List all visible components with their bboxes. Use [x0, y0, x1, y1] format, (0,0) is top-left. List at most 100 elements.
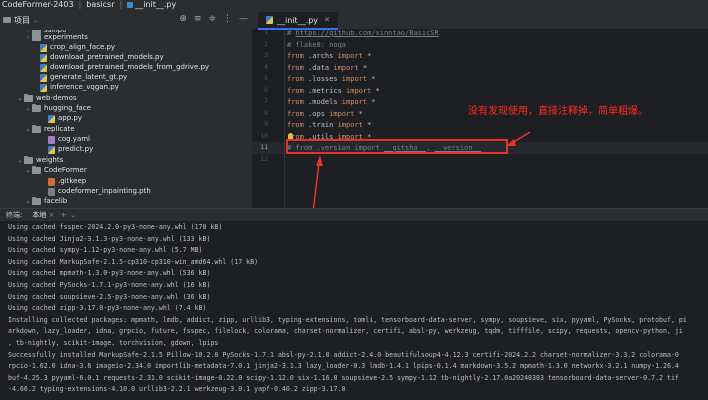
code-token: import [337, 121, 363, 129]
tree-item-file[interactable]: predict.py [40, 144, 93, 155]
tab-init-py[interactable]: __init__.py ✕ [258, 12, 338, 30]
code-token: * [367, 98, 376, 106]
folder-icon [24, 94, 33, 102]
tab-local[interactable]: 本地 × [32, 210, 54, 220]
chevron-down-icon[interactable]: ⌄ [16, 155, 24, 166]
code-line[interactable]: from .losses import * [287, 73, 376, 85]
code-token: from [287, 52, 304, 60]
terminal-line: , tb-nightly, scikit-image, torchvision,… [8, 339, 219, 347]
code-token: from [287, 98, 304, 106]
collapse-all-icon[interactable]: ≑ [208, 14, 216, 24]
project-tree: › ssinpo › experiments crop_align_face.py … [0, 30, 252, 208]
line-number: 8 [264, 108, 268, 117]
chevron-down-icon[interactable]: ⌄ [33, 17, 38, 24]
chevron-down-icon[interactable]: ⌄ [24, 196, 32, 207]
yaml-file-icon [48, 135, 55, 144]
code-token: from [287, 86, 304, 95]
code-token: .data [303, 63, 334, 72]
code-token: https://github.com/xinntao/BasicSR [295, 30, 439, 37]
tree-item-file[interactable]: inference_vqgan.py [32, 82, 119, 93]
tree-item-folder[interactable]: ⌄ facelib [24, 196, 67, 207]
python-file-icon [266, 16, 273, 24]
tree-item-label: app.py [58, 114, 82, 122]
terminal-line: rpcio-1.62.0 idna-3.6 imageio-2.34.0 imp… [8, 362, 679, 371]
code-token: .models [303, 98, 342, 106]
code-line[interactable]: from .ops import * [287, 108, 363, 120]
close-icon[interactable]: × [49, 211, 55, 219]
folder-icon [32, 166, 41, 174]
tree-item-folder[interactable]: ⌄ CodeFormer [24, 165, 87, 176]
code-token: import [337, 52, 363, 60]
line-number: 1 [264, 30, 268, 36]
project-panel-toolbar: ⊕ ≡ ≑ ⋮ — [179, 14, 248, 24]
annotation-text: 没有发现使用，直接注释掉，简单粗爆。 [468, 106, 648, 117]
line-number: 11 [260, 143, 268, 151]
code-token: .metrics [303, 86, 347, 95]
code-line[interactable]: from .data import * [287, 62, 367, 74]
chevron-down-icon[interactable]: ⌄ [24, 103, 32, 114]
chevron-down-icon[interactable]: ⌄ [24, 165, 32, 176]
breadcrumb-separator: | [78, 0, 82, 9]
add-tab-icon[interactable]: + [60, 211, 66, 219]
code-token: * [358, 63, 368, 72]
breadcrumb-folder[interactable]: basicsr [86, 0, 114, 10]
close-icon[interactable]: ✕ [324, 16, 330, 24]
terminal-line: Using cached mpmath-1.3.0-py3-none-any.w… [8, 269, 211, 278]
expand-all-icon[interactable]: ≡ [194, 14, 202, 24]
chevron-down-icon[interactable]: ⌄ [24, 124, 32, 135]
code-line[interactable]: # flake8: noqa [287, 39, 346, 51]
terminal-line: Successfully installed MarkupSafe-2.1.5 … [8, 350, 679, 359]
tree-item-label: codeformer_inpainting.pth [58, 187, 151, 195]
line-number: 4 [264, 62, 268, 71]
python-file-icon [40, 73, 47, 82]
tab-label: __init__.py [277, 15, 319, 25]
line-number-gutter: 1 2 3 4 5 6 7 8 9 10 11 12 [252, 30, 282, 208]
code-token: import [329, 109, 355, 118]
options-icon[interactable]: ⋮ [223, 14, 232, 24]
breadcrumb-project[interactable]: CodeFormer-2403 [2, 0, 74, 10]
line-number: 12 [260, 154, 268, 163]
line-number: 6 [264, 85, 268, 94]
folder-icon [32, 33, 41, 41]
code-token: # flake8: noqa [287, 40, 347, 49]
terminal-line: -4.66.2 typing-extensions-4.10.0 urllib3… [8, 385, 346, 394]
terminal-title: 终端: [6, 211, 23, 219]
code-line[interactable]: from .archs import * [287, 50, 371, 62]
line-number: 2 [264, 39, 268, 48]
code-line[interactable]: from .models import * [287, 96, 376, 108]
chevron-down-icon[interactable]: ⌄ [70, 212, 75, 219]
code-token: .archs [303, 52, 338, 60]
chevron-down-icon[interactable]: ⌄ [16, 93, 24, 104]
terminal-line: Using cached soupsieve-2.5-py3-none-any.… [8, 292, 211, 301]
terminal-output[interactable]: Using cached fsspec-2024.2.0-py3-none-an… [0, 221, 708, 400]
code-token: import [341, 75, 368, 83]
git-file-icon [48, 177, 55, 186]
code-token: from [287, 63, 304, 72]
code-line[interactable]: from .metrics import * [287, 85, 380, 97]
python-file-icon [40, 83, 47, 92]
title-bar: CodeFormer-2403 | basicsr | __init__.py [0, 0, 708, 10]
locate-icon[interactable]: ⊕ [179, 14, 187, 24]
hide-icon[interactable]: — [239, 14, 248, 24]
code-editor[interactable]: 1 2 3 4 5 6 7 8 9 10 11 12 # https://github.com/xin… [252, 30, 708, 208]
python-file-icon [40, 53, 47, 62]
line-number: 9 [264, 120, 268, 128]
code-token: from [287, 109, 304, 118]
terminal-line: Using cached PySocks-1.7.1-py3-none-any.… [8, 281, 211, 289]
folder-icon [24, 156, 33, 164]
code-line[interactable]: from .train import * [287, 119, 371, 131]
terminal-line: Using cached sympy-1.12-py3-none-any.whl… [8, 246, 203, 255]
line-number: 10 [260, 131, 268, 140]
project-panel-title[interactable]: 项目 [14, 15, 30, 26]
code-token: import [333, 63, 359, 72]
code-token: .train [303, 121, 338, 129]
tree-item-label: inference_vqgan.py [50, 83, 119, 91]
code-token: from [287, 121, 304, 129]
code-token: * [371, 86, 380, 95]
line-number: 7 [264, 97, 268, 105]
tree-item-file[interactable]: app.py [40, 113, 82, 124]
code-token: import [346, 86, 372, 95]
breadcrumb-file[interactable]: __init__.py [135, 0, 176, 10]
tree-item-label: predict.py [58, 145, 94, 153]
chevron-right-icon[interactable]: › [24, 32, 32, 43]
